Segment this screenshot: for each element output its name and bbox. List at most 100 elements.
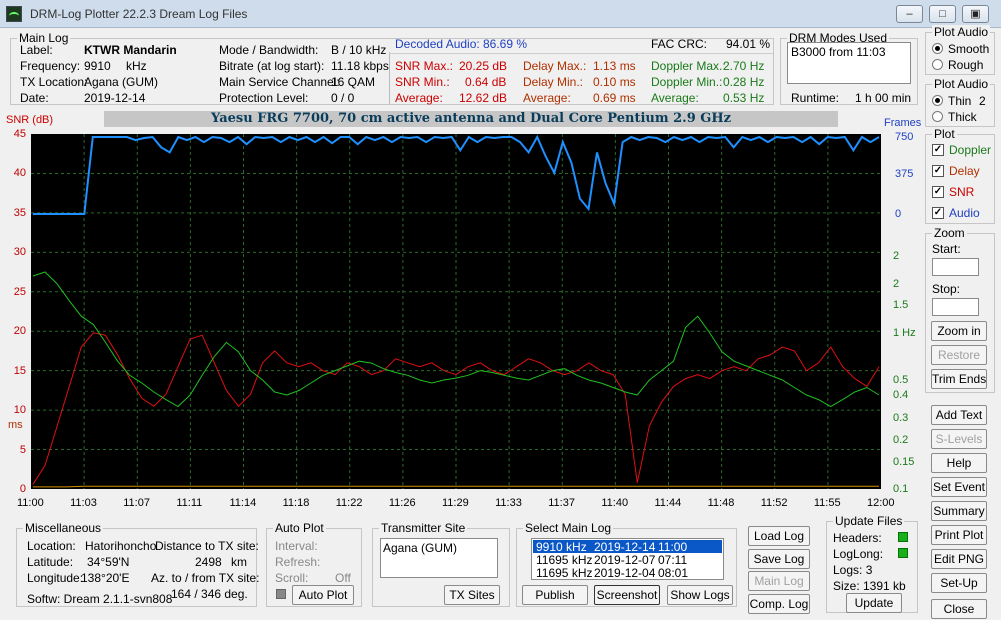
- minimize-button[interactable]: –: [896, 5, 923, 23]
- trim-ends-button[interactable]: Trim Ends: [931, 369, 987, 389]
- zoom-in-button[interactable]: Zoom in: [931, 321, 987, 341]
- drm-modes-list[interactable]: B3000 from 11:03: [787, 42, 911, 84]
- scroll-label: Scroll:: [275, 571, 309, 585]
- msc-key: Main Service Channel:: [219, 75, 340, 89]
- plot-grid: [31, 134, 881, 489]
- plot-banner: Yaesu FRG 7700, 70 cm active antenna and…: [104, 111, 838, 127]
- publish-button[interactable]: Publish: [522, 585, 588, 605]
- delay-avg-key: Average:: [523, 91, 571, 105]
- snr-check-label: SNR: [949, 185, 975, 199]
- doppler-min-value: 0.28 Hz: [723, 75, 765, 89]
- restore-button[interactable]: Restore: [931, 345, 987, 365]
- logs-count: Logs: 3: [833, 563, 873, 577]
- software-version: Softw: Dream 2.1.1-svn808: [27, 592, 173, 606]
- protection-key: Protection Level:: [219, 91, 309, 105]
- snr-min-key: SNR Min.:: [395, 75, 450, 89]
- x-tick-label: 11:14: [229, 497, 257, 509]
- hz-tick-label: 1.5: [893, 299, 909, 311]
- load-log-button[interactable]: Load Log: [748, 526, 810, 546]
- delay-max-key: Delay Max.:: [523, 59, 587, 73]
- x-tick-label: 11:48: [707, 497, 735, 509]
- runtime-key: Runtime:: [791, 91, 840, 105]
- set-up-button[interactable]: Set-Up: [931, 573, 987, 593]
- show-logs-button[interactable]: Show Logs: [667, 585, 733, 605]
- comp-log-button[interactable]: Comp. Log: [748, 594, 810, 614]
- fac-crc-key: FAC CRC:: [651, 37, 708, 51]
- doppler-avg-value: 0.53 Hz: [723, 91, 765, 105]
- snr-tick-label: 25: [13, 285, 26, 298]
- distance-value: 2498: [195, 555, 222, 569]
- snr-checkbox[interactable]: ✓: [932, 186, 944, 198]
- x-tick-label: 11:22: [335, 497, 363, 509]
- restore-window-button[interactable]: ▣: [962, 5, 989, 23]
- main-log-button[interactable]: Main Log: [748, 571, 810, 591]
- series-delay-line: [33, 485, 879, 488]
- edit-png-button[interactable]: Edit PNG: [931, 549, 987, 569]
- hz-tick-label: 0.1: [893, 483, 909, 495]
- auto-plot-button[interactable]: Auto Plot: [292, 585, 354, 605]
- fac-crc-value: 94.01 %: [726, 37, 771, 51]
- summary-button[interactable]: Summary: [931, 501, 987, 521]
- log-row-2-freq[interactable]: 11695 kHz: [536, 566, 592, 580]
- snr-tick-label: 10: [13, 404, 26, 417]
- doppler-avg-key: Average:: [651, 91, 699, 105]
- zoom-start-input[interactable]: [932, 258, 979, 276]
- thin-radio[interactable]: [932, 95, 943, 106]
- log-row-1-freq[interactable]: 11695 kHz: [536, 553, 592, 567]
- thin-label: Thin: [948, 94, 972, 108]
- snr-tick-label: 20: [13, 325, 26, 338]
- zoom-stop-input[interactable]: [932, 298, 979, 316]
- snr-axis-label: SNR (dB): [6, 114, 54, 126]
- rough-radio[interactable]: [932, 59, 943, 70]
- delay-checkbox[interactable]: ✓: [932, 165, 944, 177]
- hz-tick-label: 0.2: [893, 434, 909, 446]
- delay-min-key: Delay Min.:: [523, 75, 584, 89]
- thickness-value: 2: [979, 94, 986, 108]
- app-icon: [6, 6, 22, 22]
- scroll-value: Off: [335, 571, 351, 585]
- decoded-audio-key: Decoded Audio:: [395, 37, 480, 51]
- audio-checkbox[interactable]: ✓: [932, 207, 944, 219]
- msc-value: 16 QAM: [331, 75, 376, 89]
- set-event-button[interactable]: Set Event: [931, 477, 987, 497]
- x-tick-label: 11:07: [123, 497, 150, 509]
- add-text-button[interactable]: Add Text: [931, 405, 987, 425]
- thick-radio[interactable]: [932, 111, 943, 122]
- x-tick-label: 11:00: [17, 497, 44, 509]
- hz-tick-label: 1 Hz: [893, 327, 916, 339]
- snr-avg-key: Average:: [395, 91, 443, 105]
- snr-tick-label: 0: [19, 483, 26, 495]
- location-value: Hatorihoncho: [85, 539, 157, 553]
- frequency-unit: kHz: [126, 59, 147, 73]
- headers-status-led: [898, 532, 908, 542]
- x-tick-label: 12:00: [867, 497, 895, 509]
- hz-tick-label: 0.5: [893, 374, 909, 386]
- smooth-radio[interactable]: [932, 43, 943, 54]
- tx-sites-button[interactable]: TX Sites: [444, 585, 500, 605]
- update-button[interactable]: Update: [846, 593, 902, 613]
- location-key: Location:: [27, 539, 76, 553]
- label-value: KTWR Mandarin: [84, 43, 177, 57]
- interval-label: Interval:: [275, 539, 318, 553]
- doppler-max-value: 2.70 Hz: [723, 59, 765, 73]
- doppler-checkbox[interactable]: ✓: [932, 144, 944, 156]
- x-tick-label: 11:26: [388, 497, 416, 509]
- x-tick-label: 11:33: [495, 497, 522, 509]
- series-snr-line: [32, 332, 880, 485]
- help-button[interactable]: Help: [931, 453, 987, 473]
- close-button[interactable]: Close: [931, 599, 987, 619]
- x-tick-label: 11:03: [70, 497, 97, 509]
- maximize-button[interactable]: □: [929, 5, 956, 23]
- snr-tick-label: 45: [13, 128, 26, 140]
- x-tick-label: 11:40: [601, 497, 629, 509]
- main-log-list[interactable]: 9910 kHz 2019-12-14 11:00 11695 kHz 2019…: [531, 538, 724, 580]
- transmitter-site-list[interactable]: Agana (GUM): [380, 538, 498, 578]
- log-row-1-date: 2019-12-07: [594, 553, 656, 567]
- print-plot-button[interactable]: Print Plot: [931, 525, 987, 545]
- hz-tick-label: 0.3: [893, 412, 909, 424]
- title-bar: DRM-Log Plotter 22.2.3 Dream Log Files –…: [0, 0, 1001, 28]
- screenshot-button[interactable]: Screenshot: [594, 585, 660, 605]
- save-log-button[interactable]: Save Log: [748, 549, 810, 569]
- window-title: DRM-Log Plotter 22.2.3 Dream Log Files: [30, 7, 248, 21]
- s-levels-button[interactable]: S-Levels: [931, 429, 987, 449]
